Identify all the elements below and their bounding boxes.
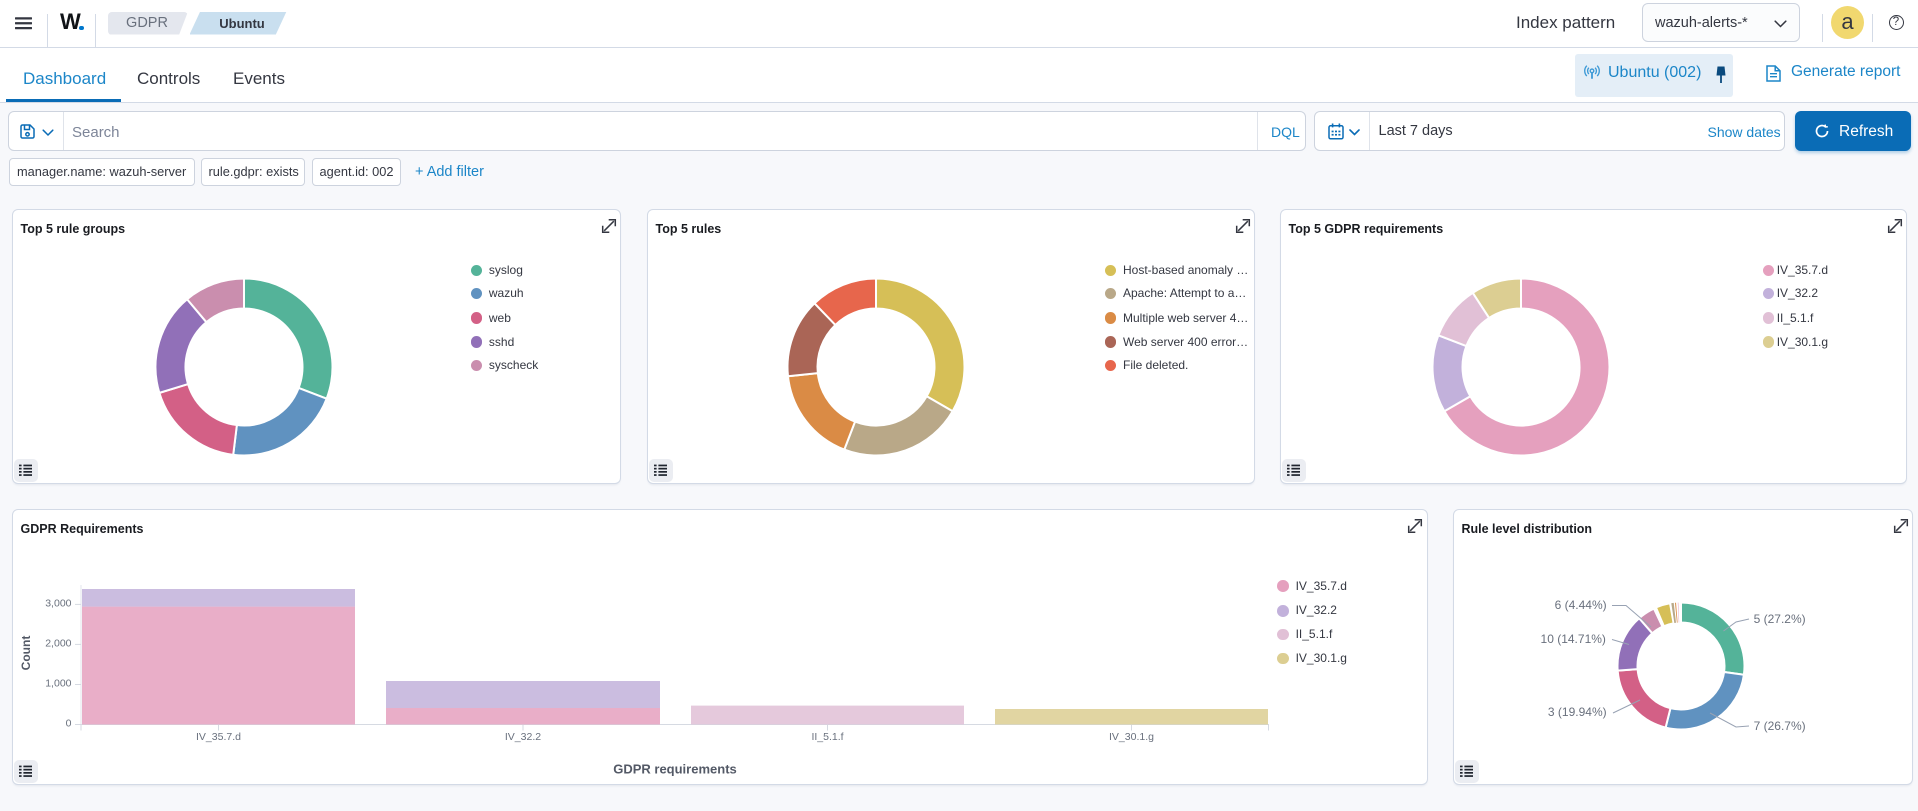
svg-text:3,000: 3,000	[45, 597, 71, 609]
svg-text:0: 0	[66, 718, 72, 730]
svg-text:2,000: 2,000	[45, 638, 71, 650]
svg-text:IV_30.1.g: IV_30.1.g	[1109, 731, 1154, 743]
svg-text:Count: Count	[19, 636, 33, 671]
svg-text:IV_35.7.d: IV_35.7.d	[196, 731, 241, 743]
svg-text:1,000: 1,000	[45, 678, 71, 690]
svg-text:II_5.1.f: II_5.1.f	[811, 731, 843, 743]
svg-text:GDPR requirements: GDPR requirements	[613, 762, 737, 777]
svg-text:IV_32.2: IV_32.2	[505, 731, 541, 743]
